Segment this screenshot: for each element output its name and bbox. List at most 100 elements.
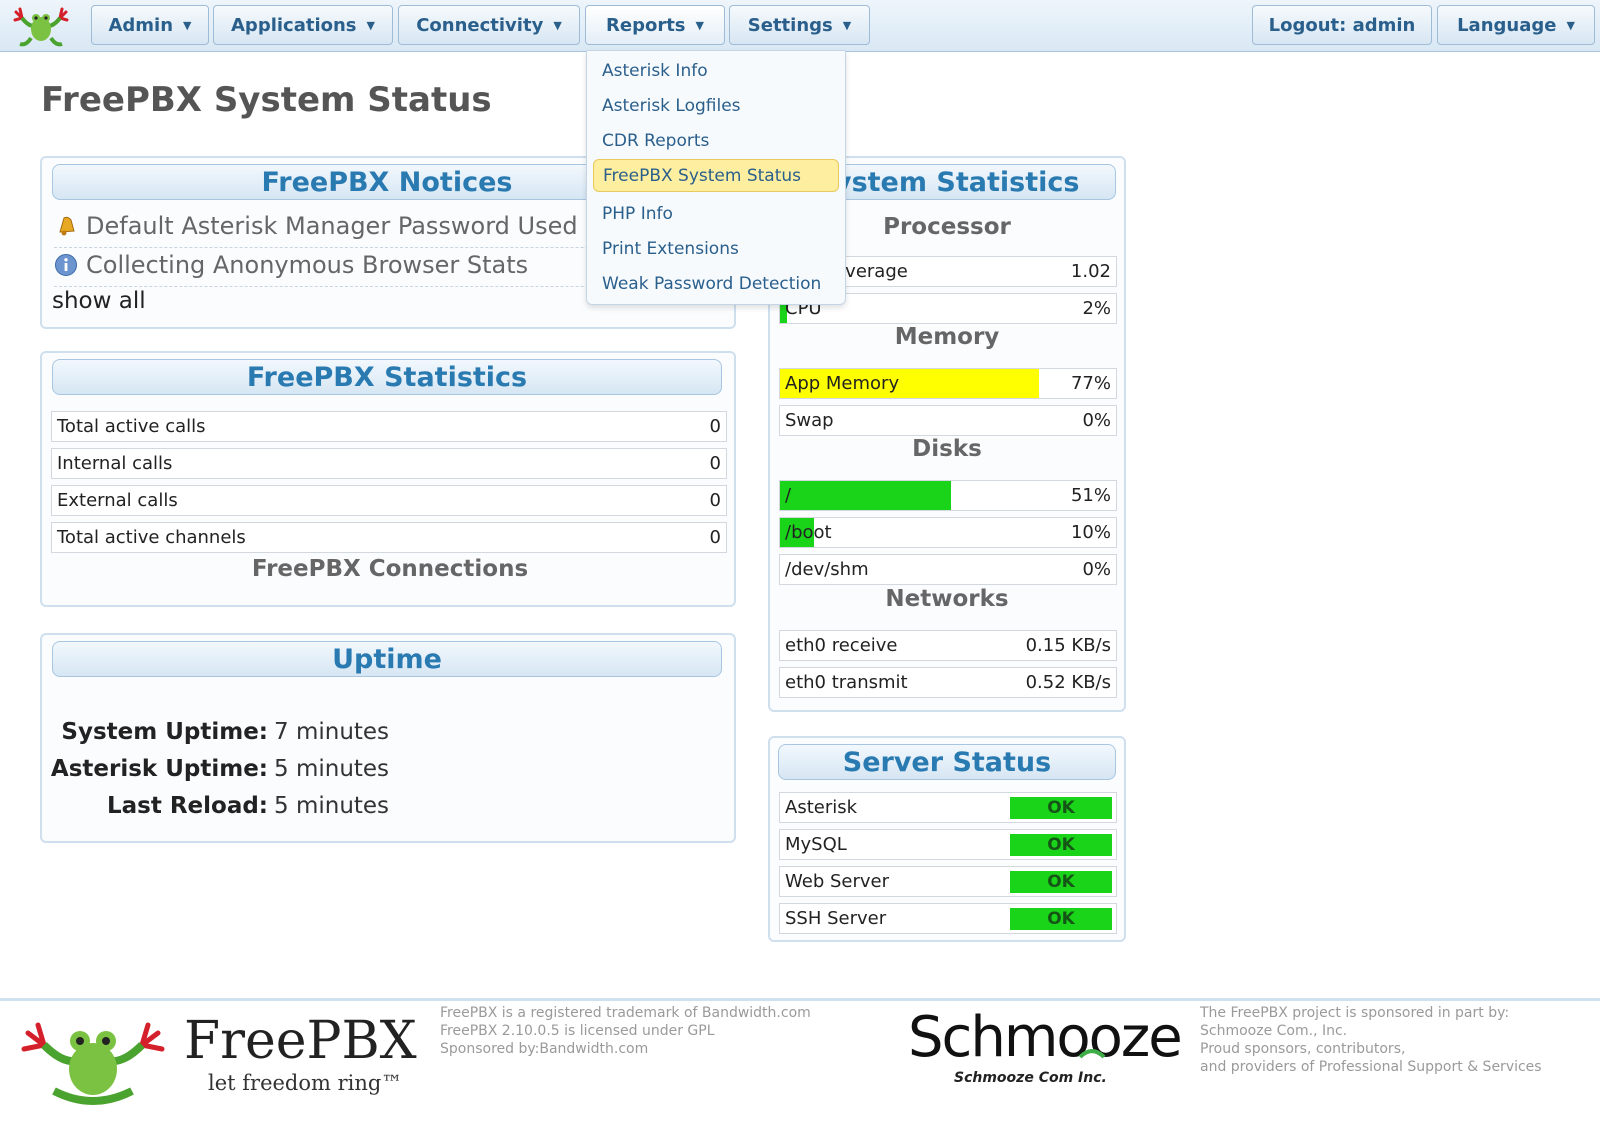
uptime-row-reload: Last Reload: — [42, 793, 268, 823]
stat-value: 0.15 KB/s — [1025, 635, 1111, 656]
stat-row-eth0-transmit: eth0 transmit 0.52 KB/s — [779, 667, 1117, 698]
footer-legal-line: Sponsored by:Bandwidth.com — [440, 1041, 649, 1057]
notice-text: Default Asterisk Manager Password Used — [86, 212, 578, 240]
stat-value: 0 — [709, 527, 721, 548]
server-status-title: Server Status — [778, 744, 1116, 780]
server-row-web-server: Web Server OK — [779, 866, 1117, 897]
uptime-value: 5 minutes — [274, 793, 390, 819]
usage-bar — [780, 481, 952, 510]
show-all-link[interactable]: show all — [52, 288, 146, 314]
stat-label: Total active calls — [57, 416, 206, 437]
notice-item[interactable]: Default Asterisk Manager Password Used — [54, 212, 578, 240]
uptime-value: 7 minutes — [274, 719, 390, 745]
nav-menu-reports[interactable]: Reports ▼ — [585, 5, 725, 45]
server-label: Asterisk — [785, 797, 858, 818]
freepbx-connections-heading: FreePBX Connections — [251, 556, 529, 582]
stat-label: Total active channels — [57, 527, 246, 548]
stat-row-swap: Swap 0% — [779, 405, 1117, 436]
page-title: FreePBX System Status — [41, 80, 492, 120]
uptime-row-asterisk-value: 5 minutes — [274, 756, 474, 786]
nav-menu-connectivity[interactable]: Connectivity ▼ — [398, 5, 580, 45]
stat-label: App Memory — [785, 373, 900, 394]
disks-heading: Disks — [912, 436, 982, 462]
stat-value: 51% — [1070, 485, 1111, 506]
footer-sponsor-line: Proud sponsors, contributors, — [1200, 1041, 1406, 1057]
menu-item-cdr-reports[interactable]: CDR Reports — [593, 124, 839, 157]
caret-down-icon: ▼ — [183, 18, 192, 32]
server-row-ssh-server: SSH Server OK — [779, 903, 1117, 934]
nav-menu-connectivity-label: Connectivity — [416, 14, 544, 36]
memory-heading: Memory — [894, 324, 1000, 350]
menu-item-php-info[interactable]: PHP Info — [593, 197, 839, 230]
bell-icon — [54, 214, 78, 238]
server-label: SSH Server — [785, 908, 887, 929]
stat-row-total-active-channels: Total active channels 0 — [51, 522, 727, 553]
networks-heading: Networks — [885, 586, 1009, 612]
footer-legal-line: FreePBX is a registered trademark of Ban… — [440, 1005, 811, 1021]
freepbx-frog-logo-icon[interactable] — [12, 4, 70, 48]
info-icon — [54, 253, 78, 277]
footer-sponsor-line: Schmooze Com., Inc. — [1200, 1023, 1348, 1039]
uptime-row-system-value: 7 minutes — [274, 719, 474, 749]
nav-menu-admin[interactable]: Admin ▼ — [91, 5, 209, 45]
stat-label: Swap — [785, 410, 834, 431]
menu-item-freepbx-system-status[interactable]: FreePBX System Status — [593, 159, 839, 192]
stat-row-eth0-receive: eth0 receive 0.15 KB/s — [779, 630, 1117, 661]
uptime-title: Uptime — [52, 641, 722, 677]
uptime-panel: Uptime System Uptime: 7 minutes Asterisk… — [40, 633, 736, 843]
stat-label: eth0 transmit — [785, 672, 908, 693]
nav-menu-admin-label: Admin — [108, 14, 174, 36]
freepbx-frog-logo-icon[interactable] — [18, 1011, 168, 1111]
server-label: Web Server — [785, 871, 889, 892]
nav-menu-settings[interactable]: Settings ▼ — [729, 5, 870, 45]
footer-sponsor-line: The FreePBX project is sponsored in part… — [1200, 1005, 1510, 1021]
stat-label: /boot — [785, 522, 832, 543]
schmooze-subtitle: Schmooze Com Inc. — [954, 1070, 1107, 1086]
menu-item-weak-password-detection[interactable]: Weak Password Detection — [593, 267, 839, 300]
nav-menu-settings-label: Settings — [747, 14, 833, 36]
schmooze-phone-icon — [1077, 1045, 1107, 1061]
freepbx-wordmark: FreePBX — [184, 1011, 417, 1071]
uptime-row-asterisk: Asterisk Uptime: — [42, 756, 268, 786]
uptime-label: Asterisk Uptime: — [50, 756, 268, 782]
freepbx-tagline: let freedom ring™ — [208, 1071, 403, 1095]
schmooze-wordmark[interactable]: Schmooze — [908, 1005, 1183, 1070]
top-navigation-bar: Admin ▼ Applications ▼ Connectivity ▼ Re… — [0, 0, 1600, 52]
freepbx-statistics-title: FreePBX Statistics — [52, 359, 722, 395]
stat-row-disk-boot: /boot 10% — [779, 517, 1117, 548]
server-row-mysql: MySQL OK — [779, 829, 1117, 860]
stat-value: 0% — [1082, 410, 1111, 431]
stat-value: 0 — [709, 416, 721, 437]
menu-item-asterisk-info[interactable]: Asterisk Info — [593, 54, 839, 87]
stat-label: /dev/shm — [785, 559, 869, 580]
server-status-panel: Server Status Asterisk OK MySQL OK Web S… — [768, 736, 1126, 942]
freepbx-statistics-panel: FreePBX Statistics Total active calls 0 … — [40, 351, 736, 607]
menu-item-asterisk-logfiles[interactable]: Asterisk Logfiles — [593, 89, 839, 122]
menu-item-print-extensions[interactable]: Print Extensions — [593, 232, 839, 265]
caret-down-icon: ▼ — [553, 18, 562, 32]
uptime-label: System Uptime: — [61, 719, 268, 745]
logout-button[interactable]: Logout: admin — [1252, 5, 1432, 45]
stat-row-disk-root: / 51% — [779, 480, 1117, 511]
stat-row-app-memory: App Memory 77% — [779, 368, 1117, 399]
uptime-row-reload-value: 5 minutes — [274, 793, 474, 823]
stat-value: 0 — [709, 453, 721, 474]
stat-row-external-calls: External calls 0 — [51, 485, 727, 516]
status-badge: OK — [1010, 797, 1112, 819]
notice-item[interactable]: Collecting Anonymous Browser Stats — [54, 251, 528, 279]
nav-menu-applications[interactable]: Applications ▼ — [213, 5, 393, 45]
logout-label: Logout: admin — [1268, 14, 1416, 36]
uptime-row-system: System Uptime: — [42, 719, 268, 749]
footer: FreePBX let freedom ring™ FreePBX is a r… — [0, 998, 1600, 1126]
server-row-asterisk: Asterisk OK — [779, 792, 1117, 823]
caret-down-icon: ▼ — [842, 18, 852, 32]
stat-value: 0% — [1082, 559, 1111, 580]
language-label: Language — [1457, 14, 1557, 36]
status-badge: OK — [1010, 871, 1112, 893]
stat-label: Internal calls — [57, 453, 173, 474]
language-menu[interactable]: Language ▼ — [1437, 5, 1595, 45]
status-badge: OK — [1010, 834, 1112, 856]
stat-value: 0.52 KB/s — [1025, 672, 1111, 693]
uptime-value: 5 minutes — [274, 756, 390, 782]
stat-label: External calls — [57, 490, 178, 511]
